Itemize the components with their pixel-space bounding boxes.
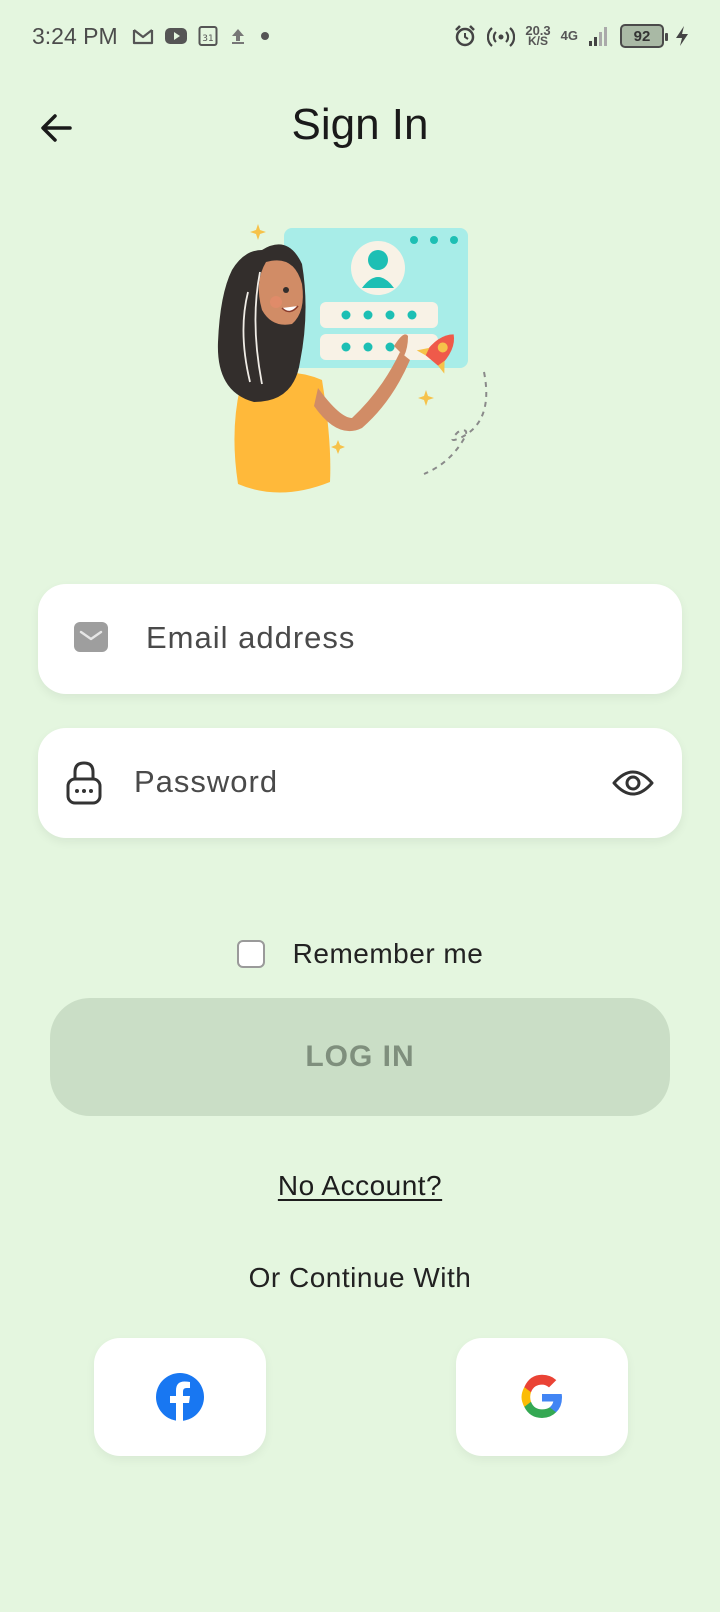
google-login-button[interactable] <box>456 1338 628 1456</box>
header: Sign In <box>0 88 720 164</box>
status-bar: 3:24 PM 31 20.3 K/S 4G 92 <box>0 0 720 72</box>
youtube-icon <box>164 27 188 45</box>
password-field[interactable]: Password <box>38 728 682 838</box>
status-time: 3:24 PM <box>32 22 118 49</box>
email-field[interactable]: Email address <box>38 584 682 694</box>
dot-icon <box>258 29 272 43</box>
gmail-icon <box>132 27 154 45</box>
no-account-link[interactable]: No Account? <box>278 1170 442 1201</box>
battery-indicator: 92 <box>620 24 668 48</box>
no-account-row: No Account? <box>0 1170 720 1202</box>
charging-icon <box>674 25 690 47</box>
status-left: 3:24 PM 31 <box>32 23 272 50</box>
continue-with-label: Or Continue With <box>248 1262 472 1293</box>
network-type: 4G <box>560 28 578 43</box>
signal-icon <box>588 25 610 47</box>
google-icon <box>521 1374 562 1418</box>
eye-icon <box>612 770 654 796</box>
svg-text:31: 31 <box>202 34 213 44</box>
alarm-icon <box>453 24 477 48</box>
password-input[interactable]: Password <box>134 764 278 800</box>
status-right: 20.3 K/S 4G 92 <box>453 24 690 48</box>
email-input[interactable]: Email address <box>146 620 355 656</box>
facebook-icon <box>156 1373 204 1422</box>
calendar-icon: 31 <box>198 25 218 47</box>
remember-me-label[interactable]: Remember me <box>293 938 484 970</box>
sign-in-illustration <box>210 212 510 512</box>
facebook-login-button[interactable] <box>94 1338 266 1456</box>
login-button[interactable]: LOG IN <box>50 998 670 1116</box>
upload-icon <box>228 26 248 46</box>
toggle-password-button[interactable] <box>610 760 656 806</box>
network-speed: 20.3 K/S <box>525 24 550 48</box>
envelope-icon <box>74 622 108 652</box>
page-title: Sign In <box>291 100 429 149</box>
remember-me-checkbox[interactable] <box>236 940 265 968</box>
speed-unit: K/S <box>527 34 548 48</box>
remember-me-row: Remember me <box>0 938 720 970</box>
lock-icon <box>66 761 102 805</box>
hotspot-icon <box>487 24 516 48</box>
